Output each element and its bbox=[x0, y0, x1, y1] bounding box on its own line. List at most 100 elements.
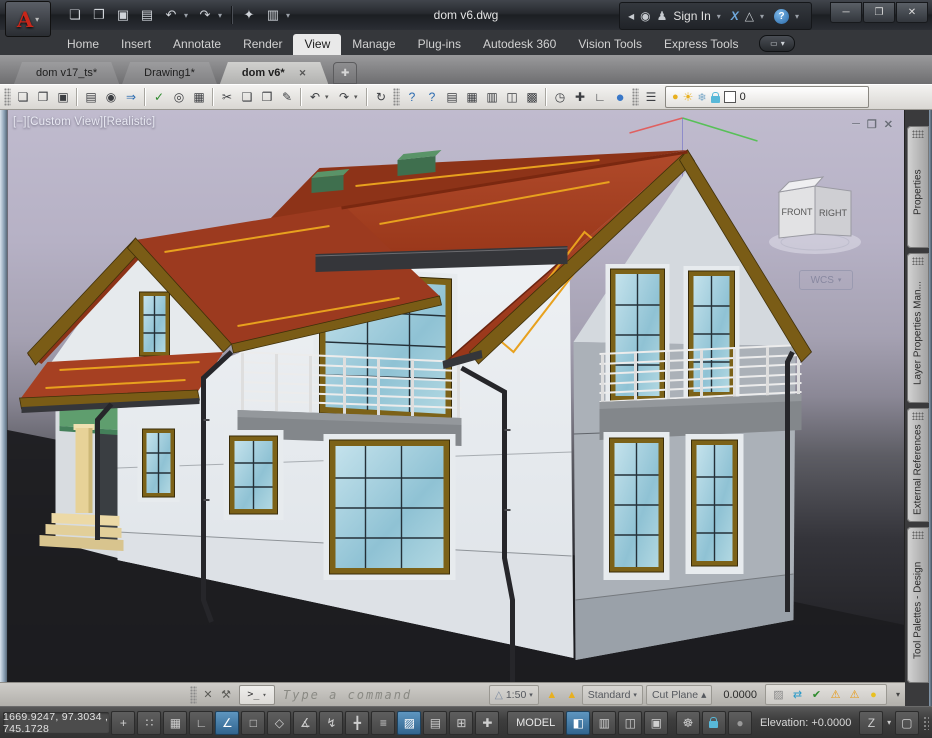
infer-constraints-toggle[interactable]: + bbox=[111, 710, 136, 735]
orbit-button[interactable]: ● bbox=[610, 87, 630, 107]
layer-lock-icon[interactable] bbox=[710, 91, 720, 103]
dynamic-input-toggle[interactable]: ╋ bbox=[345, 710, 370, 735]
find-button[interactable]: ◎ bbox=[169, 87, 189, 107]
tab-autodesk360[interactable]: Autodesk 360 bbox=[472, 34, 567, 55]
selection-cycling-toggle[interactable]: ⊞ bbox=[449, 710, 474, 735]
drawing-tab-dom-v17[interactable]: dom v17_ts* bbox=[14, 62, 119, 84]
workspace-button[interactable]: ✦ bbox=[238, 4, 260, 26]
customize-wrench-icon[interactable]: ⚒ bbox=[217, 686, 235, 704]
tab-render[interactable]: Render bbox=[232, 34, 293, 55]
panel-tab-properties[interactable]: Properties bbox=[907, 126, 929, 248]
annotation-autoscale-toggle[interactable]: ▲ bbox=[562, 689, 582, 701]
3d-object-snap-toggle[interactable]: ◇ bbox=[267, 710, 292, 735]
redo-button[interactable]: ↷ bbox=[194, 4, 216, 26]
visual-style-dropdown[interactable]: Standard ▾ bbox=[581, 684, 643, 705]
time-button[interactable]: ◷ bbox=[550, 87, 570, 107]
redo-dropdown[interactable]: ▾ bbox=[218, 11, 226, 20]
publish-button[interactable]: ⇒ bbox=[121, 87, 141, 107]
viewport-controls-label[interactable]: [−][Custom View][Realistic] bbox=[13, 116, 155, 128]
cut-button[interactable]: ✂ bbox=[217, 87, 237, 107]
toolbar-lock-icon[interactable] bbox=[701, 710, 726, 735]
application-menu-button[interactable]: A ▾ bbox=[5, 1, 51, 37]
viewcube-right-face[interactable]: RIGHT bbox=[819, 208, 848, 218]
toolbar-grip[interactable] bbox=[393, 88, 400, 106]
maximize-button[interactable]: ❐ bbox=[863, 2, 895, 23]
plot-button[interactable]: ▤ bbox=[136, 4, 158, 26]
save-button[interactable]: ▣ bbox=[53, 87, 73, 107]
tool-palettes-button[interactable]: ▥ bbox=[482, 87, 502, 107]
wcs-dropdown[interactable]: WCS ▾ bbox=[799, 270, 853, 290]
markup-set-manager-button[interactable]: ▩ bbox=[522, 87, 542, 107]
new-button[interactable]: ❏ bbox=[64, 4, 86, 26]
annotation-monitor-toggle[interactable]: ✚ bbox=[475, 710, 500, 735]
model-button[interactable]: MODEL bbox=[507, 710, 565, 735]
object-snap-tracking-toggle[interactable]: ∡ bbox=[293, 710, 318, 735]
grid-display-toggle[interactable]: ▦ bbox=[163, 710, 188, 735]
layer-on-icon[interactable]: ● bbox=[672, 91, 679, 103]
open-button[interactable]: ❐ bbox=[33, 87, 53, 107]
tab-view[interactable]: View bbox=[293, 34, 342, 55]
panel-tab-external-references[interactable]: External References bbox=[907, 408, 929, 522]
undo-button[interactable]: ↶ bbox=[305, 87, 325, 107]
tray-bulb-icon[interactable]: ● bbox=[865, 689, 882, 701]
panel-tab-layer-properties[interactable]: Layer Properties Man... bbox=[907, 253, 929, 403]
redo-button[interactable]: ↷ bbox=[334, 87, 354, 107]
polar-tracking-toggle[interactable]: ∠ bbox=[215, 710, 240, 735]
quick-view-layouts-button[interactable]: ◫ bbox=[618, 710, 643, 735]
command-input[interactable]: Type a command bbox=[283, 688, 481, 702]
view-cube[interactable]: FRONT RIGHT bbox=[765, 170, 865, 266]
new-drawing-tab-button[interactable]: ✚ bbox=[333, 62, 358, 84]
new-button[interactable]: ❏ bbox=[13, 87, 33, 107]
undo-dropdown[interactable]: ▾ bbox=[325, 93, 334, 101]
undo-button[interactable]: ↶ bbox=[160, 4, 182, 26]
ortho-mode-toggle[interactable]: ∟ bbox=[189, 710, 214, 735]
toolbar-grip[interactable] bbox=[4, 88, 11, 106]
xref-refresh-button[interactable]: ↻ bbox=[371, 87, 391, 107]
design-center-button[interactable]: ▦ bbox=[462, 87, 482, 107]
tab-insert[interactable]: Insert bbox=[110, 34, 162, 55]
viewport-restore-button[interactable]: ❐ bbox=[867, 118, 877, 131]
tab-plugins[interactable]: Plug-ins bbox=[407, 34, 472, 55]
sign-in-dropdown[interactable]: ▾ bbox=[717, 12, 725, 21]
command-bar-grip[interactable] bbox=[190, 685, 197, 704]
tab-express-tools[interactable]: Express Tools bbox=[653, 34, 749, 55]
toolbar-grip[interactable] bbox=[632, 88, 639, 106]
dynamic-ucs-toggle[interactable]: ↯ bbox=[319, 710, 344, 735]
transparency-toggle[interactable]: ▨ bbox=[397, 710, 422, 735]
object-snap-toggle[interactable]: □ bbox=[241, 710, 266, 735]
spell-check-button[interactable]: ✓ bbox=[149, 87, 169, 107]
viewport-canvas[interactable]: [−][Custom View][Realistic] ─ ❐ ✕ FRONT … bbox=[7, 110, 905, 706]
plot-ok-icon[interactable]: ✔ bbox=[808, 688, 825, 701]
quick-view-drawings-button[interactable]: ▥ bbox=[592, 710, 617, 735]
layer-color-swatch[interactable] bbox=[723, 91, 736, 103]
tab-manage[interactable]: Manage bbox=[341, 34, 406, 55]
paste-button[interactable]: ❒ bbox=[257, 87, 277, 107]
cut-plane-control[interactable]: Cut Plane ▴ bbox=[645, 684, 713, 705]
viewcube-front-face[interactable]: FRONT bbox=[782, 207, 813, 217]
help-button[interactable]: ? bbox=[774, 8, 789, 24]
info-button[interactable]: ? bbox=[422, 87, 442, 107]
model-space-toggle[interactable]: ◧ bbox=[566, 710, 591, 735]
search-back-icon[interactable]: ◂ bbox=[628, 9, 634, 23]
tab-home[interactable]: Home bbox=[56, 34, 110, 55]
help-dropdown[interactable]: ▾ bbox=[795, 12, 803, 21]
sign-in-button[interactable]: Sign In bbox=[673, 9, 710, 23]
minimize-button[interactable]: ─ bbox=[830, 2, 862, 23]
standards-warning-icon[interactable]: ⚠ bbox=[827, 688, 844, 701]
tray-overflow-dropdown[interactable]: ▾ bbox=[891, 690, 905, 699]
a360-dropdown[interactable]: ▾ bbox=[760, 12, 768, 21]
drawing-tab-drawing1[interactable]: Drawing1* bbox=[122, 62, 217, 84]
redo-dropdown[interactable]: ▾ bbox=[354, 93, 363, 101]
coordinate-readout[interactable]: 1669.9247, 97.3034 , 745.1728 bbox=[3, 711, 110, 735]
ucs-icon-button[interactable]: ∟ bbox=[590, 87, 610, 107]
properties-palette-button[interactable]: ▥ bbox=[262, 4, 284, 26]
status-bar-grip[interactable] bbox=[922, 715, 930, 730]
close-tab-icon[interactable]: ✕ bbox=[299, 68, 307, 79]
zoom-object-button[interactable]: Z bbox=[859, 710, 884, 735]
clean-screen-button[interactable]: ▢ bbox=[894, 710, 919, 735]
tab-annotate[interactable]: Annotate bbox=[162, 34, 232, 55]
panel-tab-tool-palettes[interactable]: Tool Palettes - Design bbox=[907, 527, 929, 683]
plot-button[interactable]: ▤ bbox=[81, 87, 101, 107]
plot-preview-button[interactable]: ◉ bbox=[101, 87, 121, 107]
tab-vision-tools[interactable]: Vision Tools bbox=[567, 34, 653, 55]
